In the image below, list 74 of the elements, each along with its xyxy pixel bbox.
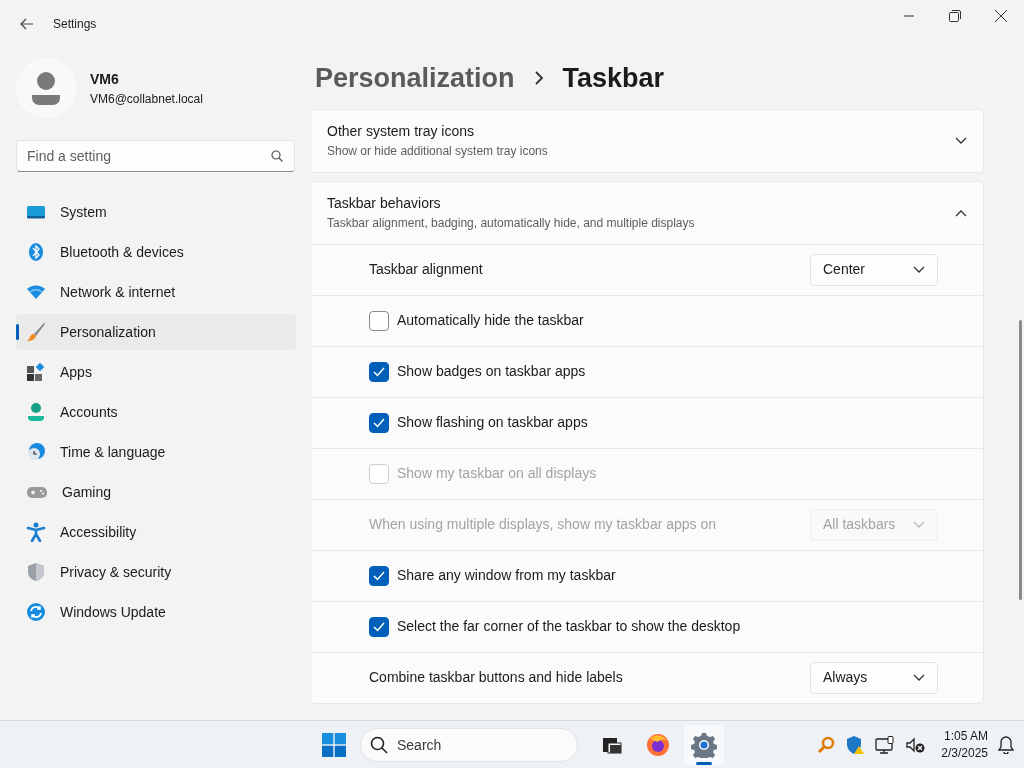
- scrollbar[interactable]: [1019, 320, 1022, 600]
- setting-label: When using multiple displays, show my taskbar apps on: [369, 515, 717, 534]
- sidebar-item[interactable]: System: [16, 194, 296, 230]
- paintbrush-icon: [26, 322, 46, 342]
- search-icon: [370, 735, 388, 754]
- checkmark-icon: [373, 570, 385, 581]
- close-icon: [995, 10, 1007, 22]
- dropdown[interactable]: Center: [810, 253, 938, 286]
- checkbox[interactable]: [369, 361, 389, 382]
- checkbox[interactable]: [369, 310, 389, 331]
- checkbox-label: Show flashing on taskbar apps: [397, 413, 588, 432]
- back-arrow-icon: [19, 17, 34, 31]
- section-description: Show or hide additional system tray icons: [327, 143, 548, 160]
- search-icon: [271, 150, 283, 162]
- chevron-down-icon: [913, 265, 925, 274]
- magnifier-icon[interactable]: [817, 735, 836, 754]
- windows-logo-icon: [322, 732, 346, 757]
- section-title: Other system tray icons: [327, 122, 476, 141]
- checkmark-icon: [373, 366, 385, 377]
- checkbox[interactable]: [369, 565, 389, 586]
- sidebar-item[interactable]: Personalization: [16, 314, 296, 350]
- page-title: Taskbar: [561, 62, 666, 95]
- checkmark-icon: [373, 417, 385, 428]
- user-email: VM6@collabnet.local: [90, 90, 203, 108]
- chevron-right-icon: [533, 71, 544, 86]
- sidebar-item[interactable]: Time & language: [16, 434, 296, 470]
- checkbox-label: Show badges on taskbar apps: [397, 362, 586, 381]
- notification-bell-icon[interactable]: [998, 735, 1014, 754]
- apps-icon: [26, 362, 46, 382]
- sync-icon: [26, 602, 46, 622]
- checkmark-icon: [373, 621, 385, 632]
- chevron-down-icon: [913, 673, 925, 682]
- sidebar-item[interactable]: Network & internet: [16, 274, 296, 310]
- clock-date[interactable]: 2/3/2025: [941, 744, 988, 761]
- globe-clock-icon: [26, 442, 46, 462]
- checkbox-label: Share any window from my taskbar: [397, 566, 616, 585]
- section-header[interactable]: Other system tray icons Show or hide additional system tray icons: [312, 109, 983, 172]
- sidebar-item[interactable]: Accounts: [16, 394, 296, 430]
- taskbar-search-field[interactable]: Search: [360, 727, 578, 762]
- setting-search-field[interactable]: Find a setting: [16, 140, 295, 172]
- checkbox[interactable]: [369, 616, 389, 637]
- shield-icon: [26, 562, 46, 582]
- setting-label: Combine taskbar buttons and hide labels: [369, 668, 623, 687]
- gear-icon: [691, 731, 717, 758]
- checkbox[interactable]: [369, 412, 389, 433]
- monitor-icon[interactable]: [875, 735, 896, 754]
- shield-warning-icon[interactable]: [845, 734, 866, 755]
- sidebar-item[interactable]: Apps: [16, 354, 296, 390]
- chevron-down-icon[interactable]: [955, 136, 967, 145]
- checkbox-label: Show my taskbar on all displays: [397, 464, 597, 483]
- bluetooth-icon: [26, 242, 46, 262]
- breadcrumb-link[interactable]: Personalization: [312, 58, 518, 99]
- sidebar-item[interactable]: Gaming: [16, 474, 296, 510]
- dropdown[interactable]: Always: [810, 661, 938, 694]
- sidebar-item[interactable]: Bluetooth & devices: [16, 234, 296, 270]
- clock-time[interactable]: 1:05 AM: [941, 728, 988, 745]
- person-icon: [26, 402, 46, 422]
- chevron-down-icon: [913, 520, 925, 529]
- section-header[interactable]: Taskbar behaviors Taskbar alignment, badging, automatically hide, and multiple displays: [312, 181, 983, 244]
- setting-label: Taskbar alignment: [369, 260, 483, 279]
- chevron-up-icon[interactable]: [955, 208, 967, 217]
- section-description: Taskbar alignment, badging, automatically hide, and multiple displays: [327, 215, 695, 232]
- checkbox-label: Automatically hide the taskbar: [397, 311, 584, 330]
- volume-muted-icon[interactable]: [905, 735, 926, 754]
- sidebar-item[interactable]: Privacy & security: [16, 554, 296, 590]
- section-title: Taskbar behaviors: [327, 194, 442, 213]
- browser-icon: [646, 732, 670, 757]
- sidebar-item[interactable]: Windows Update: [16, 594, 296, 630]
- restore-icon: [949, 10, 961, 22]
- sidebar-item[interactable]: Accessibility: [16, 514, 296, 550]
- user-name: VM6: [90, 69, 120, 89]
- window-title: Settings: [53, 16, 97, 33]
- checkbox-label: Select the far corner of the taskbar to show the desktop: [397, 617, 741, 636]
- accessibility-icon: [26, 522, 46, 542]
